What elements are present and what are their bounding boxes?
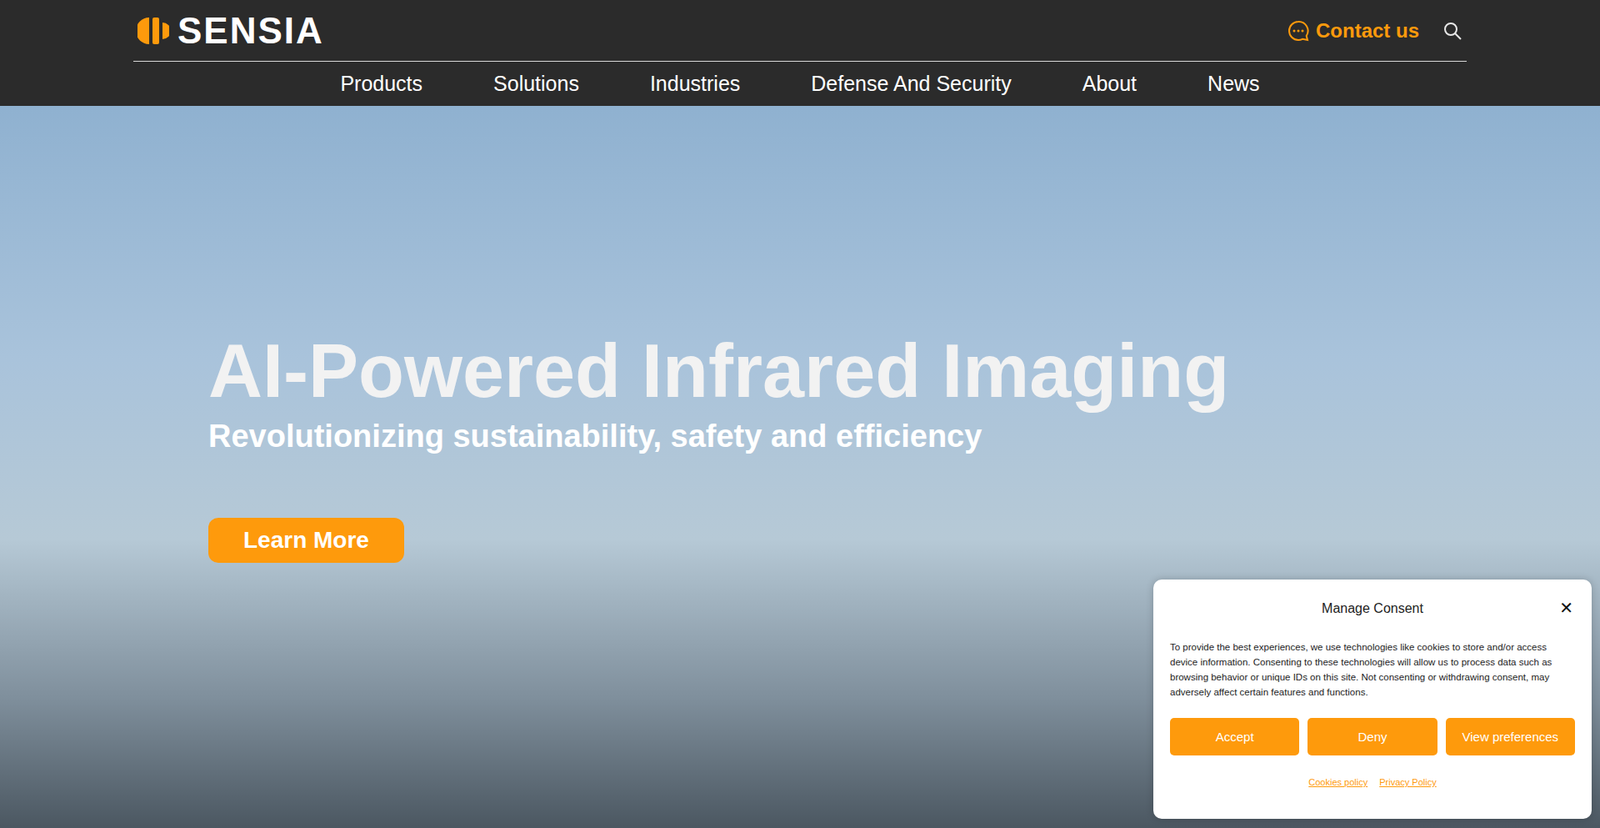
hero-subtitle: Revolutionizing sustainability, safety a…	[208, 415, 982, 456]
policy-link[interactable]: Privacy Policy	[1379, 776, 1436, 787]
nav-item[interactable]: Industries	[650, 71, 740, 96]
nav-item[interactable]: Defense And Security	[810, 71, 1011, 96]
nav-item[interactable]: Products	[340, 71, 423, 96]
consent-button[interactable]: Accept	[1170, 717, 1300, 755]
consent-text: To provide the best experiences, we use …	[1170, 639, 1575, 700]
consent-button[interactable]: View preferences	[1445, 717, 1575, 755]
logo-text: SENSIA	[177, 10, 325, 52]
consent-links: Cookies policy Privacy Policy	[1170, 776, 1575, 787]
consent-buttons: AcceptDenyView preferences	[1170, 717, 1575, 755]
main-nav: Products Solutions Industries Defense And S…	[133, 61, 1467, 106]
logo-mark-icon	[137, 15, 170, 46]
close-button[interactable]: ✕	[1557, 597, 1575, 618]
contact-link[interactable]: Contact us	[1287, 19, 1420, 43]
nav-item[interactable]: About	[1082, 71, 1137, 96]
learn-more-button[interactable]: Learn More	[208, 517, 405, 563]
policy-link[interactable]: Cookies policy	[1308, 776, 1368, 787]
chat-icon	[1287, 20, 1310, 42]
nav-item[interactable]: News	[1207, 71, 1260, 96]
consent-button[interactable]: Deny	[1307, 717, 1437, 755]
logo[interactable]: SENSIA	[137, 10, 325, 52]
hero-title: AI-Powered Infrared Imaging	[208, 329, 1230, 413]
header-actions: Contact us	[1287, 19, 1463, 43]
consent-title: Manage Consent	[1321, 600, 1424, 616]
nav-item[interactable]: Solutions	[493, 71, 580, 96]
consent-dialog: Manage Consent ✕ To provide the best exper…	[1153, 579, 1592, 819]
header: SENSIA Contact us Products Solutions Industr…	[0, 0, 1600, 106]
consent-header: Manage Consent ✕	[1170, 595, 1575, 621]
page: SENSIA Contact us Products Solutions Industr…	[0, 0, 1600, 828]
search-icon[interactable]	[1442, 20, 1463, 41]
top-bar: SENSIA Contact us	[133, 0, 1467, 62]
